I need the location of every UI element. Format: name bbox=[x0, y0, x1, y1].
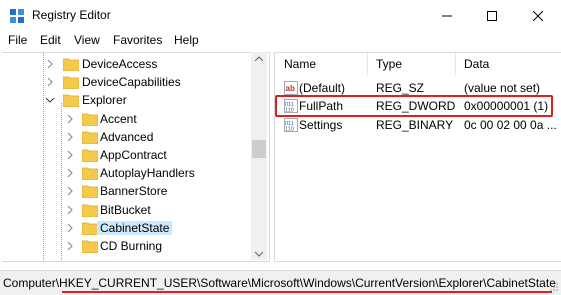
list-item[interactable]: 011 110 Settings REG_BINARY 0c 00 02 00 0a .… bbox=[279, 116, 561, 134]
tree-item-deviceaccess[interactable]: DeviceAccess bbox=[2, 55, 252, 73]
tree-item-label: DeviceAccess bbox=[82, 57, 158, 71]
tree-item-advanced[interactable]: Advanced bbox=[2, 128, 252, 146]
column-data-header[interactable]: Data bbox=[464, 57, 489, 71]
tree-item-label: DeviceCapabilities bbox=[82, 75, 181, 90]
chevron-right-icon[interactable] bbox=[66, 114, 74, 123]
value-data: (value not set) bbox=[464, 81, 541, 95]
resize-grip-icon[interactable] bbox=[549, 282, 559, 292]
close-icon bbox=[533, 10, 543, 21]
key-tree-pane[interactable]: DeviceAccess DeviceCapabilities Explorer Ac… bbox=[2, 52, 270, 262]
minimize-icon bbox=[442, 15, 452, 16]
tree-item-autoplayhandlers[interactable]: AutoplayHandlers bbox=[2, 164, 252, 182]
tree-item-label: BannerStore bbox=[100, 184, 168, 199]
tree-item-devicecapabilities[interactable]: DeviceCapabilities bbox=[2, 73, 252, 91]
maximize-button[interactable] bbox=[469, 0, 515, 31]
folder-icon bbox=[82, 149, 98, 162]
folder-icon bbox=[63, 76, 79, 90]
value-name: (Default) bbox=[299, 81, 346, 95]
tree-item-cabinetstate[interactable]: CabinetState bbox=[2, 219, 252, 237]
chevron-down-icon[interactable] bbox=[46, 96, 54, 104]
tree-item-label: Explorer bbox=[82, 93, 127, 108]
folder-icon bbox=[82, 113, 98, 126]
value-list-pane[interactable]: Name Type Data ab (Default) REG_SZ (value n… bbox=[274, 52, 561, 262]
folder-icon bbox=[82, 131, 98, 144]
tree-item-appcontract[interactable]: AppContract bbox=[2, 146, 252, 164]
tree-item-label: Advanced bbox=[100, 129, 154, 144]
close-button[interactable] bbox=[515, 0, 561, 31]
menu-view[interactable]: View bbox=[74, 33, 100, 47]
tree-item-label: AppContract bbox=[100, 148, 167, 162]
chevron-right-icon[interactable] bbox=[66, 223, 74, 232]
svg-text:110: 110 bbox=[285, 127, 294, 133]
scroll-up-icon[interactable] bbox=[255, 56, 263, 62]
maximize-icon bbox=[487, 10, 497, 21]
menu-file[interactable]: File bbox=[8, 33, 27, 47]
chevron-right-icon[interactable] bbox=[46, 78, 54, 87]
scrollbar-thumb[interactable] bbox=[252, 140, 266, 158]
value-name: Settings bbox=[299, 118, 343, 132]
tree-item-accent[interactable]: Accent bbox=[2, 110, 252, 128]
column-type-header[interactable]: Type bbox=[376, 57, 402, 71]
folder-icon bbox=[63, 58, 79, 71]
string-value-icon: ab bbox=[284, 81, 298, 95]
tree-item-cd-burning[interactable]: CD Burning bbox=[2, 237, 252, 255]
chevron-right-icon[interactable] bbox=[66, 132, 74, 141]
chevron-right-icon[interactable] bbox=[66, 242, 74, 250]
tree-item-label: Accent bbox=[100, 111, 137, 126]
column-divider[interactable] bbox=[367, 53, 368, 75]
folder-icon bbox=[63, 95, 79, 108]
minimize-button[interactable] bbox=[424, 0, 470, 31]
folder-icon bbox=[82, 240, 98, 253]
folder-icon bbox=[82, 222, 98, 235]
folder-icon bbox=[82, 167, 98, 181]
chevron-right-icon[interactable] bbox=[66, 151, 74, 159]
value-type: REG_BINARY bbox=[376, 118, 454, 132]
tree-item-label: CD Burning bbox=[100, 239, 163, 253]
path-underline bbox=[62, 291, 552, 293]
chevron-right-icon[interactable] bbox=[46, 60, 54, 68]
registry-editor-icon bbox=[10, 9, 24, 23]
tree-item-label: BitBucket bbox=[100, 202, 151, 217]
value-data: 0c 00 02 00 0a ... bbox=[464, 118, 557, 132]
column-divider[interactable] bbox=[455, 53, 456, 75]
menu-help[interactable]: Help bbox=[174, 33, 199, 47]
chevron-right-icon[interactable] bbox=[66, 187, 74, 196]
tree-item-label: CabinetState bbox=[97, 220, 173, 235]
fullpath-highlight-box bbox=[275, 95, 553, 117]
menu-edit[interactable]: Edit bbox=[40, 33, 61, 47]
scroll-down-icon[interactable] bbox=[255, 251, 263, 257]
folder-icon bbox=[82, 204, 98, 217]
chevron-right-icon[interactable] bbox=[66, 169, 74, 178]
tree-item-label: AutoplayHandlers bbox=[100, 166, 195, 181]
value-type: REG_SZ bbox=[376, 81, 425, 95]
tree-item-bitbucket[interactable]: BitBucket bbox=[2, 201, 252, 219]
chevron-right-icon[interactable] bbox=[66, 205, 74, 214]
window-title: Registry Editor bbox=[32, 8, 111, 22]
menu-favorites[interactable]: Favorites bbox=[113, 33, 162, 47]
tree-item-bannerstore[interactable]: BannerStore bbox=[2, 182, 252, 200]
column-name-header[interactable]: Name bbox=[284, 57, 316, 71]
svg-text:ab: ab bbox=[286, 84, 295, 93]
status-path: Computer\HKEY_CURRENT_USER\Software\Micr… bbox=[3, 276, 556, 290]
folder-icon bbox=[82, 186, 98, 199]
binary-value-icon: 011110 bbox=[284, 118, 298, 132]
tree-item-explorer[interactable]: Explorer bbox=[2, 91, 252, 109]
